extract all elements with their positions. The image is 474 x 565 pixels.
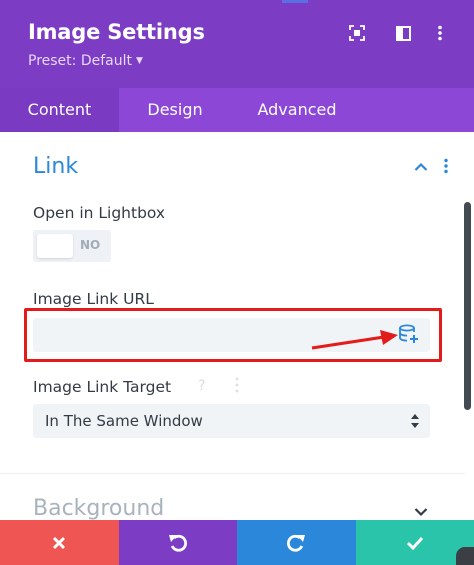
chevron-down-icon[interactable] [413,504,429,520]
modal-footer [0,520,474,565]
settings-panel: Link Open in Lightbox NO Image Link URL … [0,132,474,521]
lightbox-label: Open in Lightbox [33,204,166,222]
select-arrows-icon [411,414,419,428]
check-icon [406,536,423,550]
preset-dropdown[interactable]: Preset: Default ▼ [28,53,143,69]
redo-button[interactable] [237,520,356,565]
undo-icon [168,534,187,552]
redo-icon [287,534,306,552]
toggle-knob [37,234,73,258]
toggle-state: NO [80,238,101,252]
lightbox-toggle[interactable]: NO [33,230,111,262]
tab-bar: Content Design Advanced [0,88,474,132]
preset-label: Preset: Default [28,53,132,69]
section-divider [0,473,465,474]
tab-advanced[interactable]: Advanced [240,88,354,132]
image-link-target-label: Image Link Target [33,378,172,396]
caret-down-icon: ▼ [135,56,143,66]
chevron-up-icon[interactable] [413,159,429,175]
image-link-target-select[interactable]: In The Same Window [33,404,430,438]
section-title-link[interactable]: Link [33,154,78,179]
scrollbar[interactable] [464,202,471,410]
section-title-background[interactable]: Background [33,496,164,521]
header-top-accent [282,0,308,3]
dynamic-content-icon[interactable] [398,324,420,346]
section-more-icon[interactable] [438,158,454,174]
field-more-icon[interactable] [232,376,242,394]
image-link-url-label: Image Link URL [33,290,154,308]
tab-content[interactable]: Content [0,88,119,132]
resize-handle[interactable] [456,547,474,565]
sidebar-layout-icon[interactable] [394,24,412,42]
help-icon[interactable]: ? [198,378,205,394]
focus-icon[interactable] [348,24,366,42]
discard-button[interactable] [0,520,119,565]
annotation-arrow [311,330,398,350]
modal-header: Image Settings Preset: Default ▼ [0,0,474,88]
select-value: In The Same Window [45,412,203,430]
modal-title: Image Settings [28,20,205,44]
more-vertical-icon[interactable] [431,24,449,42]
close-icon [53,536,66,549]
tab-design[interactable]: Design [128,88,222,132]
undo-button[interactable] [118,520,237,565]
